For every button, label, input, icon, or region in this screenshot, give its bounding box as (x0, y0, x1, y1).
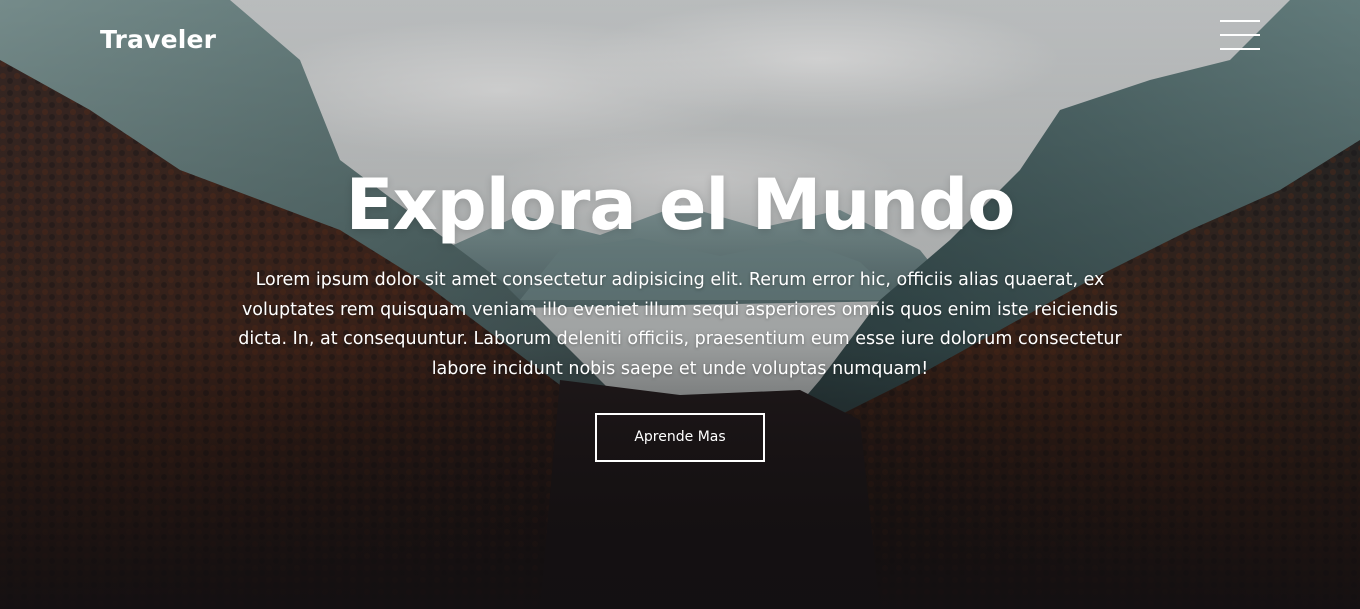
menu-line (1220, 48, 1260, 50)
hero-title: Explora el Mundo (345, 164, 1016, 246)
menu-line (1220, 34, 1260, 36)
hero-section: Traveler Explora el Mundo Lorem ipsum do… (0, 0, 1360, 609)
learn-more-button[interactable]: Aprende Mas (595, 413, 765, 462)
hero-description: Lorem ipsum dolor sit amet consectetur a… (238, 270, 1122, 379)
hamburger-menu-icon[interactable] (1218, 17, 1262, 53)
brand-logo[interactable]: Traveler (100, 22, 216, 58)
menu-line (1220, 20, 1260, 22)
